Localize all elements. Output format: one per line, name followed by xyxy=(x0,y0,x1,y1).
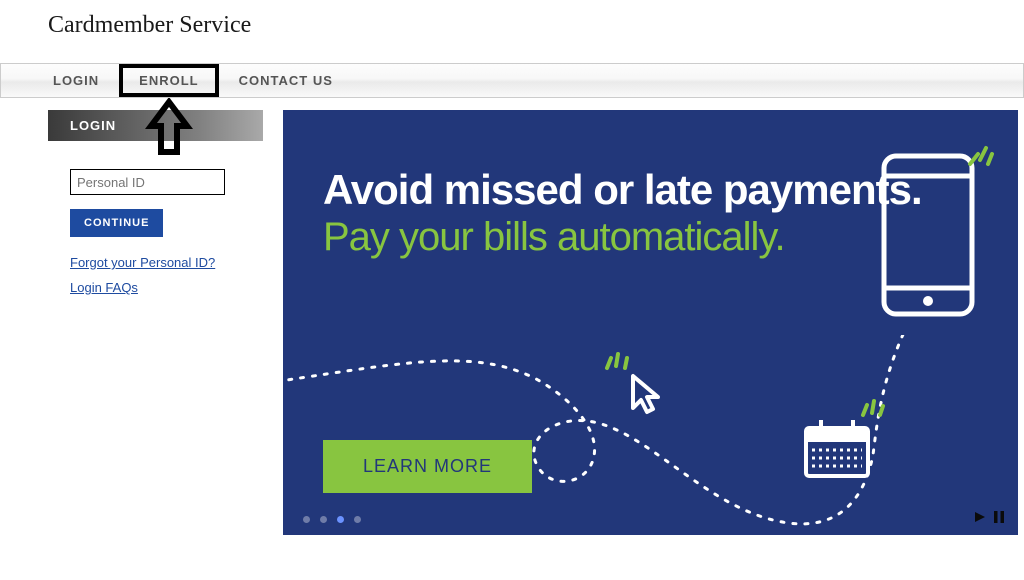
login-faqs-link[interactable]: Login FAQs xyxy=(70,280,241,295)
carousel-dot[interactable] xyxy=(303,516,310,523)
spark-icon xyxy=(858,395,886,419)
learn-more-button[interactable]: LEARN MORE xyxy=(323,440,532,493)
carousel-dot[interactable] xyxy=(337,516,344,523)
forgot-id-link[interactable]: Forgot your Personal ID? xyxy=(70,255,241,270)
nav-enroll-label: ENROLL xyxy=(139,73,198,88)
carousel-controls xyxy=(974,511,1004,523)
login-panel: LOGIN CONTINUE Forgot your Personal ID? … xyxy=(48,110,263,535)
brand-title: Cardmember Service xyxy=(48,12,1024,39)
content: LOGIN CONTINUE Forgot your Personal ID? … xyxy=(0,98,1024,535)
spark-icon xyxy=(601,348,631,374)
play-icon[interactable] xyxy=(974,511,986,523)
calendar-icon xyxy=(801,414,873,480)
carousel-dots xyxy=(303,516,361,523)
hero-headline: Avoid missed or late payments. xyxy=(323,168,922,212)
carousel-dot[interactable] xyxy=(320,516,327,523)
pause-icon[interactable] xyxy=(994,511,1004,523)
spark-icon xyxy=(966,140,996,170)
phone-icon xyxy=(878,150,978,320)
highlight-arrow-icon xyxy=(145,98,193,158)
login-body: CONTINUE Forgot your Personal ID? Login … xyxy=(48,141,263,315)
hero-subheadline: Pay your bills automatically. xyxy=(323,216,922,259)
nav-login[interactable]: LOGIN xyxy=(33,64,119,97)
hero-banner: Avoid missed or late payments. Pay your … xyxy=(283,110,1018,535)
carousel-dot[interactable] xyxy=(354,516,361,523)
personal-id-input[interactable] xyxy=(70,169,225,195)
top-nav: LOGIN ENROLL CONTACT US xyxy=(0,63,1024,98)
continue-button[interactable]: CONTINUE xyxy=(70,209,163,237)
header: Cardmember Service xyxy=(0,0,1024,63)
hero-text: Avoid missed or late payments. Pay your … xyxy=(323,168,922,259)
nav-contact[interactable]: CONTACT US xyxy=(219,64,353,97)
nav-enroll[interactable]: ENROLL xyxy=(119,64,218,97)
